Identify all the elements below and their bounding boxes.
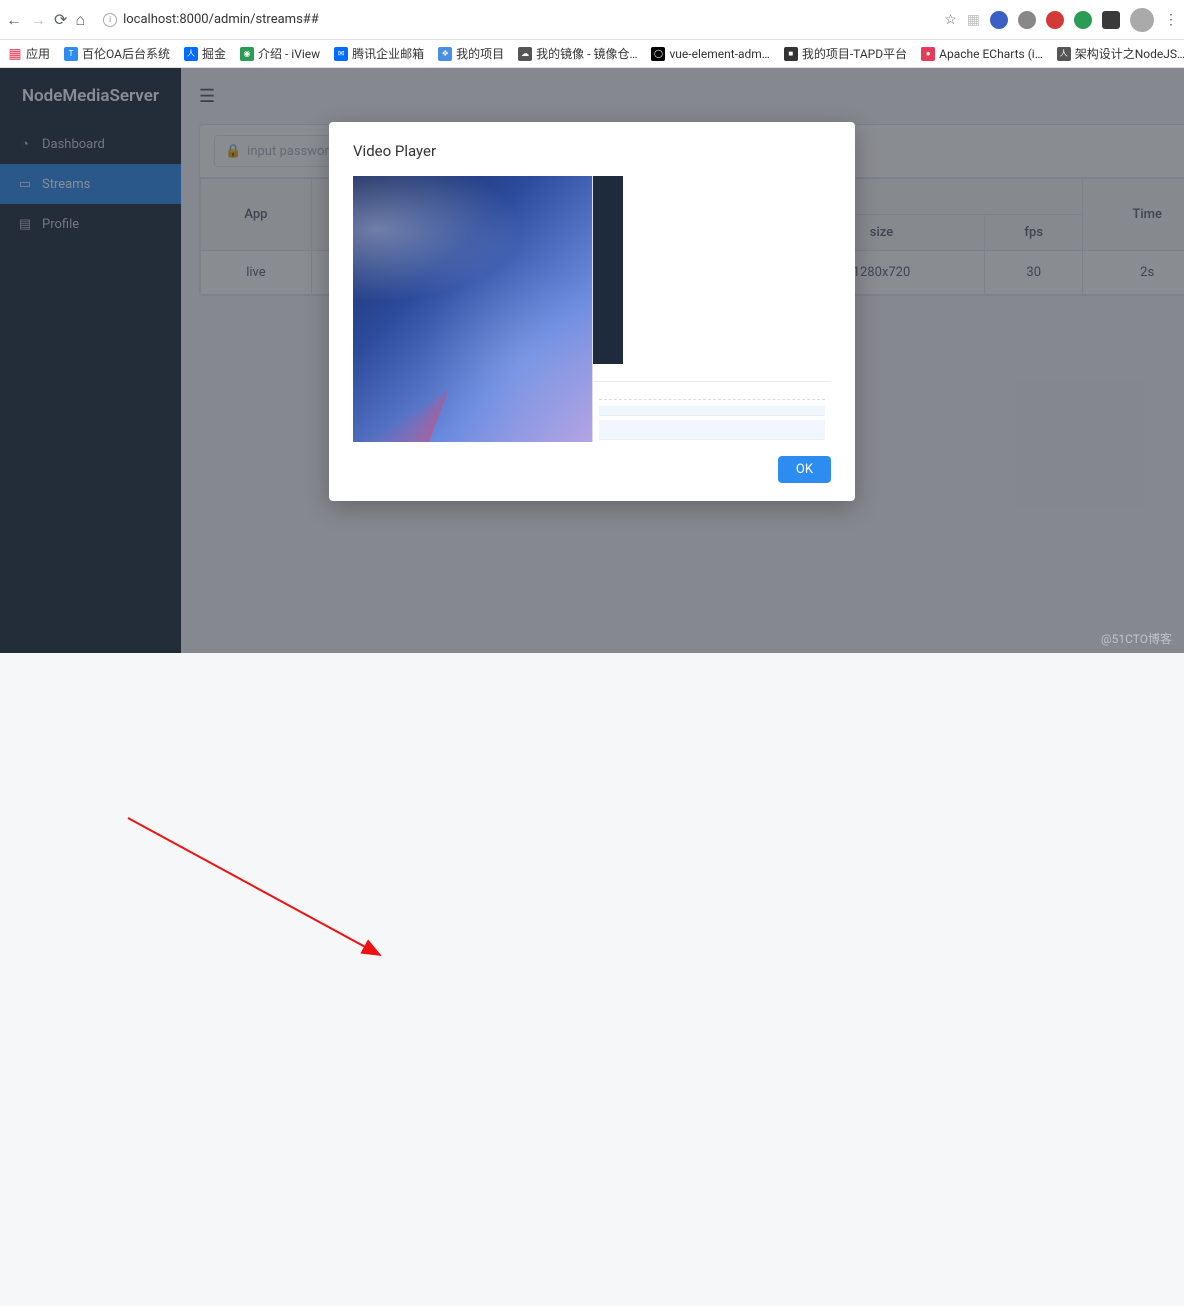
bookmark-item-8[interactable]: ■ 我的项目-TAPD平台 <box>784 45 907 62</box>
bookmark-label: 我的镜像 - 镜像仓… <box>536 45 637 62</box>
bookmark-favicon: ■ <box>784 47 798 61</box>
bookmark-favicon: ◯ <box>651 47 665 61</box>
bookmark-favicon: 人 <box>1057 47 1071 61</box>
bookmark-favicon: 人 <box>184 47 198 61</box>
bookmark-label: vue-element-adm… <box>669 47 769 61</box>
modal-title: Video Player <box>353 142 831 160</box>
avatar-icon[interactable] <box>1130 8 1154 32</box>
apps-grid-icon[interactable]: ▦ <box>967 12 980 28</box>
nav-forward-icon[interactable]: → <box>30 10 46 30</box>
annotation-arrow <box>0 653 1184 1306</box>
bookmark-item-2[interactable]: 人掘金 <box>184 45 226 62</box>
bookmark-label: 我的项目 <box>456 45 504 62</box>
ext-icon-4[interactable] <box>1074 11 1092 29</box>
nav-refresh-icon[interactable]: ⟳ <box>54 10 67 29</box>
bookmark-label: 腾讯企业邮箱 <box>352 45 424 62</box>
bookmark-label: 介绍 - iView <box>258 45 320 62</box>
bookmark-label: 百伦OA后台系统 <box>82 45 170 62</box>
ext-icon-2[interactable] <box>1018 11 1036 29</box>
ok-button[interactable]: OK <box>778 456 831 483</box>
bookmark-item-7[interactable]: ◯ vue-element-adm… <box>651 47 769 61</box>
ext-icon-5[interactable] <box>1102 11 1120 29</box>
ext-icon-3[interactable] <box>1046 11 1064 29</box>
bookmark-item-0[interactable]: ▦ 应用 <box>8 45 50 62</box>
bookmark-favicon: ● <box>921 47 935 61</box>
bookmark-label: 我的项目-TAPD平台 <box>802 45 907 62</box>
bookmark-label: 应用 <box>26 45 50 62</box>
nav-back-icon[interactable]: ← <box>6 10 22 30</box>
bookmark-favicon: ☁ <box>518 47 532 61</box>
bookmark-favicon: T <box>64 47 78 61</box>
ext-icon-1[interactable] <box>990 11 1008 29</box>
bookmark-item-3[interactable]: ◉ 介绍 - iView <box>240 45 320 62</box>
bookmark-item-9[interactable]: ● Apache ECharts (i… <box>921 47 1043 61</box>
menu-icon[interactable]: ⋮ <box>1164 12 1178 28</box>
bookmark-label: Apache ECharts (i… <box>939 47 1043 61</box>
bookmark-favicon: ✉ <box>334 47 348 61</box>
bookmark-favicon: ❖ <box>438 47 452 61</box>
site-info-icon[interactable]: i <box>103 13 117 27</box>
url-text: localhost:8000/admin/streams## <box>123 12 319 27</box>
video-player[interactable] <box>353 176 831 442</box>
bookmark-item-5[interactable]: ❖ 我的项目 <box>438 45 504 62</box>
star-icon[interactable]: ☆ <box>944 12 957 28</box>
bookmark-item-10[interactable]: 人架构设计之NodeJS… <box>1057 45 1184 62</box>
bookmark-item-4[interactable]: ✉ 腾讯企业邮箱 <box>334 45 424 62</box>
bookmark-item-6[interactable]: ☁ 我的镜像 - 镜像仓… <box>518 45 637 62</box>
bookmark-item-1[interactable]: T 百伦OA后台系统 <box>64 45 170 62</box>
bookmark-label: 掘金 <box>202 45 226 62</box>
bookmark-favicon: ▦ <box>8 47 22 61</box>
bookmark-label: 架构设计之NodeJS… <box>1075 45 1184 62</box>
modal-overlay: Video Player OK <box>0 68 1184 653</box>
video-player-modal: Video Player OK <box>329 122 855 501</box>
watermark: @51CTO博客 <box>1101 630 1172 647</box>
nav-home-icon[interactable]: ⌂ <box>75 10 85 30</box>
bookmark-favicon: ◉ <box>240 47 254 61</box>
